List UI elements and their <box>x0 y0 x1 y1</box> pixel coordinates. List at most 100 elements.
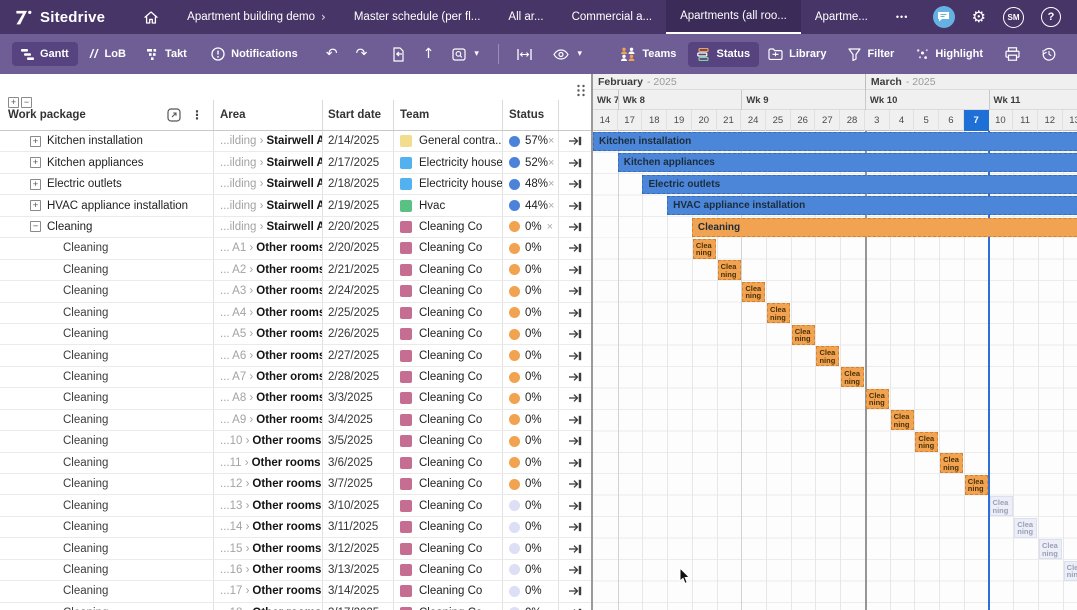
clear-status-icon[interactable]: × <box>548 157 554 169</box>
user-avatar[interactable]: SM <box>1003 7 1024 28</box>
gantt-day-task[interactable]: Cleaning <box>718 260 741 280</box>
timeline-day[interactable]: 25 <box>766 110 791 131</box>
status-cell[interactable]: 0% <box>502 388 558 408</box>
status-cell[interactable]: 0% <box>502 281 558 301</box>
table-row[interactable]: −Cleaning...ilding ›Stairwell A2/20/2025… <box>0 217 591 238</box>
area-cell[interactable]: ...17 ›Other rooms <box>213 581 322 601</box>
jump-to-bar-cell[interactable] <box>558 152 591 172</box>
table-row[interactable]: Cleaning... A6 ›Other rooms2/27/2025Clea… <box>0 345 591 366</box>
timeline-week[interactable]: Wk 11 <box>989 90 1077 110</box>
table-row[interactable]: +Kitchen appliances...ilding ›Stairwell … <box>0 152 591 173</box>
expand-row-icon[interactable]: + <box>30 157 41 168</box>
status-cell[interactable]: 57%× <box>502 131 558 151</box>
timeline-week[interactable]: Wk 9 <box>741 90 865 110</box>
status-cell[interactable]: 52%× <box>502 152 558 172</box>
area-cell[interactable]: ...ilding ›Stairwell A <box>213 131 322 151</box>
work-package-cell[interactable]: +HVAC appliance installation <box>0 200 213 212</box>
gantt-day-task[interactable]: Cleaning <box>866 389 889 409</box>
work-package-cell[interactable]: Cleaning <box>0 435 213 447</box>
work-package-cell[interactable]: Cleaning <box>0 328 213 340</box>
status-cell[interactable]: 0% <box>502 560 558 580</box>
area-cell[interactable]: ... A8 ›Other rooms <box>213 388 322 408</box>
gantt-bar[interactable]: Kitchen installation <box>593 132 1077 151</box>
column-menu-icon[interactable]: ⋮ <box>191 108 203 122</box>
timeline-day[interactable]: 11 <box>1013 110 1038 131</box>
gantt-day-task[interactable]: Cleaning <box>1064 561 1077 581</box>
home-icon[interactable] <box>143 10 159 25</box>
nav-tab-all-areas[interactable]: All ar... <box>494 0 557 34</box>
timeline-day[interactable]: 14 <box>593 110 618 131</box>
area-cell[interactable]: ...ilding ›Stairwell A <box>213 152 322 172</box>
timeline-day[interactable]: 12 <box>1038 110 1063 131</box>
jump-to-bar-cell[interactable] <box>558 260 591 280</box>
table-row[interactable]: Cleaning...13 ›Other rooms3/10/2025Clean… <box>0 495 591 516</box>
history-button[interactable] <box>1033 41 1065 67</box>
start-date-cell[interactable]: 2/26/2025 <box>322 324 393 344</box>
area-cell[interactable]: ... A9 ›Other rooms <box>213 410 322 430</box>
timeline-day[interactable]: 20 <box>692 110 717 131</box>
timeline-day[interactable]: 4 <box>890 110 915 131</box>
undo-button[interactable]: ↶ <box>317 41 347 67</box>
area-cell[interactable]: ...16 ›Other rooms <box>213 560 322 580</box>
area-cell[interactable]: ...14 ›Other rooms <box>213 517 322 537</box>
start-date-cell[interactable]: 2/27/2025 <box>322 345 393 365</box>
filter-button[interactable]: Filter <box>839 42 903 67</box>
status-cell[interactable]: 0% <box>502 495 558 515</box>
status-cell[interactable]: 0% <box>502 303 558 323</box>
status-cell[interactable]: 0% <box>502 238 558 258</box>
jump-to-bar-cell[interactable] <box>558 174 591 194</box>
takt-view-button[interactable]: Takt <box>138 42 196 66</box>
status-cell[interactable]: 0% <box>502 538 558 558</box>
table-row[interactable]: Cleaning...18 ›Other rooms3/17/2025Clean… <box>0 603 591 610</box>
gantt-day-task[interactable]: Cleaning <box>693 239 716 259</box>
gantt-day-task[interactable]: Cleaning <box>1014 518 1037 538</box>
timeline-day[interactable]: 10 <box>989 110 1014 131</box>
jump-to-bar-cell[interactable] <box>558 388 591 408</box>
work-package-cell[interactable]: +Kitchen installation <box>0 135 213 147</box>
start-date-cell[interactable]: 2/24/2025 <box>322 281 393 301</box>
jump-to-bar-cell[interactable] <box>558 474 591 494</box>
gantt-day-task[interactable]: Cleaning <box>767 303 790 323</box>
nav-tab-apartments[interactable]: Apartments (all roo... <box>666 0 801 34</box>
clear-status-icon[interactable]: × <box>548 200 554 212</box>
column-header-start-date[interactable]: Start date <box>322 100 393 130</box>
timeline-day[interactable]: 5 <box>914 110 939 131</box>
jump-to-bar-cell[interactable] <box>558 560 591 580</box>
timeline-day[interactable]: 27 <box>815 110 840 131</box>
nav-tab-project[interactable]: Apartment building demo › <box>173 0 340 34</box>
expand-row-icon[interactable]: + <box>30 179 41 190</box>
work-package-cell[interactable]: Cleaning <box>0 285 213 297</box>
work-package-cell[interactable]: −Cleaning <box>0 221 213 233</box>
jump-to-bar-cell[interactable] <box>558 538 591 558</box>
status-cell[interactable]: 0% <box>502 324 558 344</box>
area-cell[interactable]: ... A1 ›Other rooms <box>213 238 322 258</box>
brand[interactable]: Sitedrive <box>0 8 117 27</box>
visibility-button[interactable]: ▾ <box>544 43 591 66</box>
column-header-status[interactable]: Status <box>502 100 558 130</box>
work-package-cell[interactable]: Cleaning <box>0 500 213 512</box>
start-date-cell[interactable]: 2/18/2025 <box>322 174 393 194</box>
table-row[interactable]: Cleaning...10 ›Other rooms3/5/2025Cleani… <box>0 431 591 452</box>
team-cell[interactable]: Cleaning Co <box>393 303 502 323</box>
collapse-row-icon[interactable]: − <box>30 221 41 232</box>
start-date-cell[interactable]: 2/14/2025 <box>322 131 393 151</box>
notifications-button[interactable]: Notifications <box>202 41 307 67</box>
team-cell[interactable]: Cleaning Co <box>393 431 502 451</box>
start-date-cell[interactable]: 3/3/2025 <box>322 388 393 408</box>
jump-to-bar-cell[interactable] <box>558 603 591 610</box>
work-package-cell[interactable]: Cleaning <box>0 307 213 319</box>
gantt-day-task[interactable]: Cleaning <box>965 475 988 495</box>
team-cell[interactable]: Cleaning Co <box>393 238 502 258</box>
work-package-cell[interactable]: Cleaning <box>0 521 213 533</box>
table-row[interactable]: Cleaning... A5 ›Other rooms2/26/2025Clea… <box>0 324 591 345</box>
start-date-cell[interactable]: 2/25/2025 <box>322 303 393 323</box>
jump-to-bar-cell[interactable] <box>558 345 591 365</box>
status-cell[interactable]: 44%× <box>502 195 558 215</box>
table-row[interactable]: +Electric outlets...ilding ›Stairwell A2… <box>0 174 591 195</box>
area-cell[interactable]: ...ilding ›Stairwell A <box>213 195 322 215</box>
timeline-week[interactable]: Wk 7 <box>593 90 618 110</box>
work-package-cell[interactable]: Cleaning <box>0 543 213 555</box>
clear-status-icon[interactable]: × <box>548 135 554 147</box>
status-cell[interactable]: 48%× <box>502 174 558 194</box>
lob-view-button[interactable]: // LoB <box>81 41 135 67</box>
